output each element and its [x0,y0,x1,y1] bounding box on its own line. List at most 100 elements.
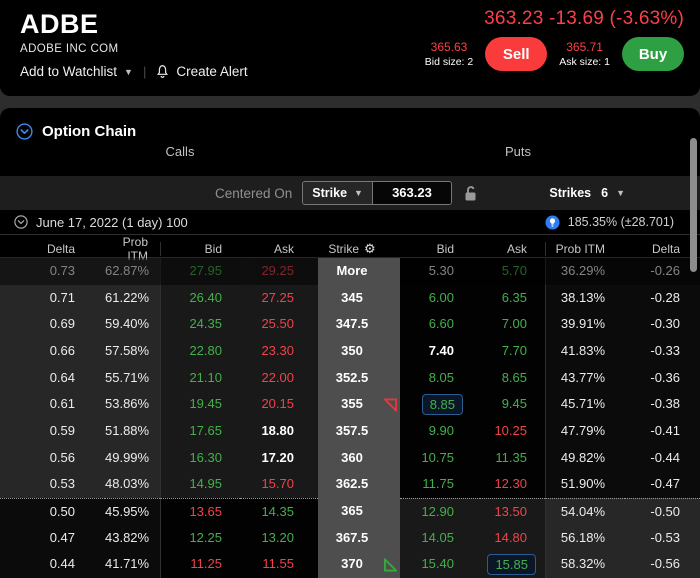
puts-bid-cell[interactable]: 5.30 [400,258,480,285]
strike-cell[interactable]: 347.5 [318,311,400,338]
strike-cell[interactable]: More [318,258,400,285]
calls-bid-cell[interactable]: 21.10 [160,365,240,392]
chain-row: 0.5649.99%16.3017.2036010.7511.3549.82%-… [0,445,700,472]
calls-bid-cell[interactable]: 26.40 [160,285,240,312]
puts-bid-cell[interactable]: 6.60 [400,311,480,338]
calls-bid-cell[interactable]: 27.95 [160,258,240,285]
puts-bid-cell[interactable]: 12.90 [400,498,480,525]
puts-bid-cell[interactable]: 9.90 [400,418,480,445]
chain-row: 0.6153.86%19.4520.153558.859.4545.71%-0.… [0,391,700,418]
create-alert-button[interactable]: Create Alert [156,64,247,79]
last-price-quote: 363.23 -13.69 (-3.63%) [425,8,684,30]
chevron-down-icon: ▼ [616,188,625,198]
iv-insight-icon[interactable] [545,215,560,230]
puts-ask-cell[interactable]: 5.70 [480,258,545,285]
puts-delta-cell: -0.38 [625,391,700,418]
strike-cell[interactable]: 367.5 [318,525,400,552]
puts-bid-cell[interactable]: 14.05 [400,525,480,552]
calls-bid-cell[interactable]: 13.65 [160,498,240,525]
add-to-watchlist-button[interactable]: Add to Watchlist ▼ [20,64,133,79]
calls-bid-cell[interactable]: 14.95 [160,471,240,498]
calls-delta-cell: 0.69 [0,311,105,338]
puts-ask-cell[interactable]: 15.85 [480,551,545,578]
calls-bid-cell[interactable]: 12.25 [160,525,240,552]
puts-ask-cell[interactable]: 7.70 [480,338,545,365]
puts-ask-cell[interactable]: 10.25 [480,418,545,445]
calls-delta-cell: 0.66 [0,338,105,365]
calls-ask-cell[interactable]: 14.35 [240,498,318,525]
gear-icon[interactable]: ⚙ [364,242,376,257]
puts-ask-cell[interactable]: 8.65 [480,365,545,392]
strike-cell[interactable]: 350 [318,338,400,365]
buy-button[interactable]: Buy [622,37,684,71]
puts-prob-itm-cell: 39.91% [545,311,625,338]
strike-cell[interactable]: 355 [318,391,400,418]
puts-ask-cell[interactable]: 9.45 [480,391,545,418]
option-chain-table: 0.7362.87%27.9529.25More5.305.7036.29%-0… [0,258,700,578]
center-value-input[interactable]: 363.23 [373,182,451,204]
puts-ask-cell[interactable]: 12.30 [480,471,545,498]
center-mode-label: Strike [312,186,347,200]
calls-bid-cell[interactable]: 11.25 [160,551,240,578]
expiration-row[interactable]: June 17, 2022 (1 day) 100 185.35% (±28.7… [0,210,700,235]
calls-bid-cell[interactable]: 22.80 [160,338,240,365]
chain-row: 0.6959.40%24.3525.50347.56.607.0039.91%-… [0,311,700,338]
puts-ask-cell[interactable]: 6.35 [480,285,545,312]
chain-row: 0.6657.58%22.8023.303507.407.7041.83%-0.… [0,338,700,365]
strike-cell[interactable]: 362.5 [318,471,400,498]
calls-ask-cell[interactable]: 27.25 [240,285,318,312]
sell-button[interactable]: Sell [485,37,547,71]
calls-bid-cell[interactable]: 17.65 [160,418,240,445]
strike-cell[interactable]: 365 [318,498,400,525]
puts-bid-cell[interactable]: 11.75 [400,471,480,498]
puts-prob-itm-cell: 36.29% [545,258,625,285]
strike-cell[interactable]: 360 [318,445,400,472]
puts-ask-cell[interactable]: 7.00 [480,311,545,338]
puts-ask-cell[interactable]: 13.50 [480,498,545,525]
calls-prob-itm-cell: 41.71% [105,551,160,578]
calls-ask-cell[interactable]: 18.80 [240,418,318,445]
last-price: 363.23 [484,8,543,29]
puts-delta-cell: -0.47 [625,471,700,498]
scrollbar-thumb[interactable] [690,138,697,272]
calls-bid-cell[interactable]: 16.30 [160,445,240,472]
puts-bid-cell[interactable]: 10.75 [400,445,480,472]
strikes-count-dropdown[interactable]: Strikes 6 ▼ [549,186,625,200]
calls-ask-cell[interactable]: 15.70 [240,471,318,498]
calls-ask-cell[interactable]: 22.00 [240,365,318,392]
puts-delta-cell: -0.56 [625,551,700,578]
center-mode-dropdown[interactable]: Strike ▼ [303,182,373,204]
puts-bid-cell[interactable]: 6.00 [400,285,480,312]
highlighted-quote-box[interactable]: 15.85 [487,554,536,575]
puts-bid-cell[interactable]: 8.05 [400,365,480,392]
calls-bid-cell[interactable]: 24.35 [160,311,240,338]
puts-bid-cell[interactable]: 8.85 [400,391,480,418]
expiry-collapse-icon[interactable] [14,215,28,229]
puts-bid-cell[interactable]: 7.40 [400,338,480,365]
puts-bid-cell[interactable]: 15.40 [400,551,480,578]
puts-ask-cell[interactable]: 14.80 [480,525,545,552]
puts-prob-itm-cell: 41.83% [545,338,625,365]
calls-ask-cell[interactable]: 25.50 [240,311,318,338]
unlock-icon[interactable] [463,185,479,202]
puts-ask-cell[interactable]: 11.35 [480,445,545,472]
chevron-down-icon: ▼ [124,67,133,77]
calls-bid-cell[interactable]: 19.45 [160,391,240,418]
calls-ask-cell[interactable]: 20.15 [240,391,318,418]
strike-cell[interactable]: 345 [318,285,400,312]
calls-ask-cell[interactable]: 13.20 [240,525,318,552]
calls-puts-labels: Calls Puts [0,140,700,162]
calls-ask-cell[interactable]: 29.25 [240,258,318,285]
option-chain-header[interactable]: Option Chain [0,108,700,140]
chain-row: 0.4743.82%12.2513.20367.514.0514.8056.18… [0,525,700,552]
collapse-chevron-icon[interactable] [16,123,33,140]
strike-cell[interactable]: 357.5 [318,418,400,445]
calls-ask-cell[interactable]: 23.30 [240,338,318,365]
highlighted-quote-box[interactable]: 8.85 [422,394,463,415]
strike-cell[interactable]: 370 [318,551,400,578]
price-change-percent: (-3.63%) [610,8,684,29]
puts-prob-itm-cell: 54.04% [545,498,625,525]
calls-ask-cell[interactable]: 11.55 [240,551,318,578]
calls-ask-cell[interactable]: 17.20 [240,445,318,472]
strike-cell[interactable]: 352.5 [318,365,400,392]
